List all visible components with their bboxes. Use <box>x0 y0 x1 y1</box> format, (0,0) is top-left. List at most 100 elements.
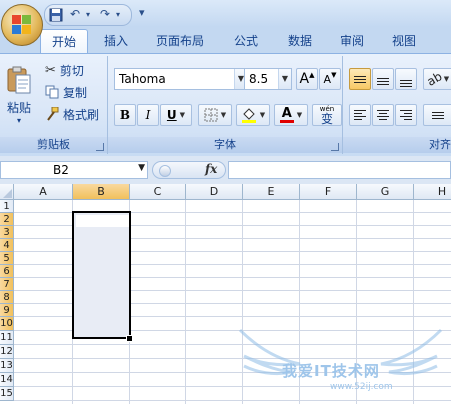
save-icon[interactable] <box>47 6 65 23</box>
row-header[interactable]: 10 <box>0 317 14 331</box>
row-header[interactable]: 5 <box>0 252 14 265</box>
italic-button[interactable]: I <box>137 104 159 126</box>
row-header[interactable]: 15 <box>0 387 14 401</box>
column-header[interactable]: F <box>300 184 357 200</box>
align-bottom-icon <box>400 79 412 87</box>
tab-view[interactable]: 视图 <box>382 29 426 53</box>
underline-icon: U <box>166 108 177 122</box>
grow-font-icon: A <box>299 71 310 87</box>
row-header[interactable]: 7 <box>0 278 14 291</box>
row-header[interactable]: 11 <box>0 331 14 345</box>
row-header[interactable]: 8 <box>0 291 14 304</box>
indent-button[interactable] <box>423 104 451 126</box>
column-header[interactable]: E <box>243 184 300 200</box>
row-header[interactable]: 4 <box>0 239 14 252</box>
orientation-button[interactable]: ab ▼ <box>423 68 451 90</box>
row-header[interactable]: 3 <box>0 226 14 239</box>
tab-data[interactable]: 数据 <box>280 29 320 53</box>
row-header[interactable]: 13 <box>0 359 14 373</box>
font-name-value: Tahoma <box>119 72 166 86</box>
column-header[interactable]: G <box>357 184 414 200</box>
format-painter-button[interactable]: 格式刷 <box>40 104 104 124</box>
font-color-icon: A <box>281 105 292 121</box>
row-header[interactable]: 9 <box>0 304 14 317</box>
quick-access-toolbar: ↶ ▾ ↷ ▾ <box>44 4 132 26</box>
font-group-label: 字体 <box>108 137 342 153</box>
select-all-corner[interactable] <box>0 184 14 200</box>
chevron-down-icon: ▼ <box>278 69 291 89</box>
redo-icon[interactable]: ↷ <box>97 6 113 23</box>
align-left-button[interactable] <box>349 104 371 126</box>
row-header[interactable]: 2 <box>0 213 14 226</box>
paintbrush-icon <box>47 107 59 121</box>
align-middle-button[interactable] <box>372 68 394 90</box>
column-header[interactable]: H <box>414 184 451 200</box>
column-header[interactable]: D <box>186 184 243 200</box>
formula-bar: B2 ▼ fx <box>0 156 451 185</box>
borders-button[interactable]: ▼ <box>198 104 232 126</box>
tab-home[interactable]: 开始 <box>40 29 88 54</box>
row-header[interactable]: 14 <box>0 373 14 387</box>
column-header[interactable]: B <box>73 184 130 200</box>
formula-input[interactable] <box>228 161 451 179</box>
name-box-value: B2 <box>53 163 69 177</box>
phonetic-char: 变 <box>320 111 333 126</box>
orientation-icon: ab <box>424 69 445 89</box>
tab-review[interactable]: 审阅 <box>334 29 370 53</box>
column-header[interactable]: A <box>14 184 73 200</box>
watermark-text: 我爱IT技术网 <box>282 362 380 380</box>
fill-handle[interactable] <box>126 335 133 342</box>
align-top-button[interactable] <box>349 68 371 90</box>
phonetic-button[interactable]: wén 变 <box>312 104 342 126</box>
align-center-button[interactable] <box>372 104 394 126</box>
format-painter-label: 格式刷 <box>63 107 100 122</box>
align-center-icon <box>377 110 389 120</box>
row-header[interactable]: 12 <box>0 345 14 359</box>
align-middle-icon <box>377 77 389 85</box>
clipboard-group-label: 剪贴板 <box>0 137 107 153</box>
font-color-button[interactable]: A ▼ <box>274 104 308 126</box>
tab-page-layout[interactable]: 页面布局 <box>148 29 212 53</box>
fill-color-button[interactable]: ▼ <box>236 104 270 126</box>
paste-button[interactable]: 粘贴 ▾ <box>2 58 36 132</box>
undo-dropdown-icon[interactable]: ▾ <box>83 6 93 23</box>
undo-icon[interactable]: ↶ <box>67 6 83 23</box>
font-dialog-launcher-icon[interactable] <box>331 143 339 151</box>
underline-button[interactable]: U ▼ <box>160 104 192 126</box>
office-button[interactable] <box>1 4 43 46</box>
insert-function-icon[interactable]: fx <box>205 162 217 176</box>
align-bottom-button[interactable] <box>395 68 417 90</box>
chevron-down-icon: ▼ <box>220 111 227 119</box>
column-header[interactable]: C <box>130 184 186 200</box>
cut-label: 剪切 <box>59 63 84 78</box>
chevron-down-icon: ▼ <box>259 111 266 119</box>
name-box[interactable]: B2 ▼ <box>0 161 148 179</box>
watermark-url: www.52ij.com <box>330 382 393 392</box>
align-right-button[interactable] <box>395 104 417 126</box>
grow-font-button[interactable]: A ▲ <box>296 68 318 90</box>
shrink-font-button[interactable]: A ▼ <box>319 68 341 90</box>
shrink-font-icon: A <box>323 72 332 86</box>
tab-insert[interactable]: 插入 <box>96 29 136 53</box>
clipboard-dialog-launcher-icon[interactable] <box>96 143 104 151</box>
selection-range[interactable] <box>72 211 131 339</box>
borders-icon <box>204 108 218 122</box>
bold-button[interactable]: B <box>114 104 136 126</box>
redo-dropdown-icon[interactable]: ▾ <box>113 6 123 23</box>
cut-button[interactable]: ✂ 剪切 <box>40 60 104 80</box>
customize-qat-button[interactable]: ▾ <box>139 6 145 19</box>
align-left-icon <box>354 110 366 120</box>
font-size-select[interactable]: 8.5 ▼ <box>244 68 292 90</box>
align-right-icon <box>400 110 412 120</box>
paste-label: 粘贴 <box>6 101 31 115</box>
chevron-down-icon[interactable]: ▼ <box>138 163 145 173</box>
copy-button[interactable]: 复制 <box>40 82 104 102</box>
font-name-select[interactable]: Tahoma ▼ <box>114 68 248 90</box>
row-header[interactable]: 6 <box>0 265 14 278</box>
active-cell[interactable] <box>76 215 129 227</box>
decrease-arrow-icon: ▼ <box>331 71 337 79</box>
clipboard-group: 粘贴 ▾ ✂ 剪切 复制 格式刷 剪贴板 <box>0 56 108 154</box>
gridline <box>185 200 186 404</box>
row-header[interactable]: 1 <box>0 200 14 213</box>
tab-formulas[interactable]: 公式 <box>226 29 266 53</box>
